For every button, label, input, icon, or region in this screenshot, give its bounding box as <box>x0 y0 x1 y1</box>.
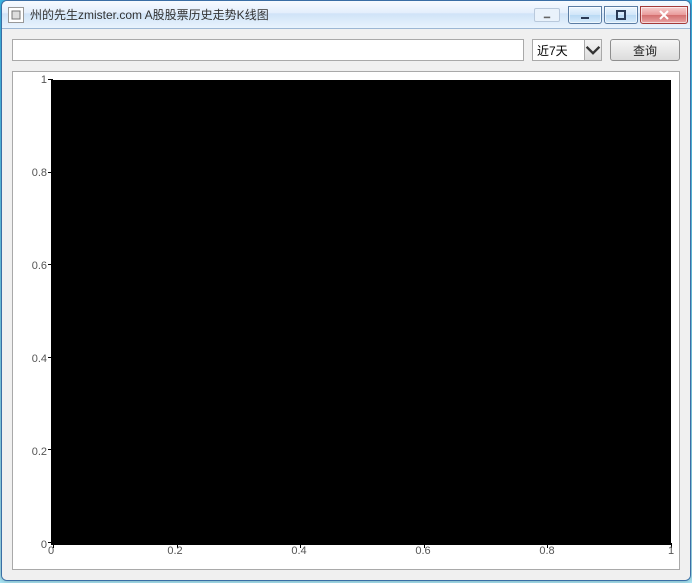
chart-container: 0 0.2 0.4 0.6 0.8 1 0 0.2 0.4 0.6 0.8 1 <box>12 71 680 570</box>
x-tick-label: 0.6 <box>415 545 430 557</box>
minimize-button[interactable] <box>568 6 602 24</box>
aux-button[interactable] <box>534 8 560 22</box>
y-tick <box>48 449 53 450</box>
x-tick-label: 0 <box>48 545 54 557</box>
query-button-label: 查询 <box>633 42 657 59</box>
chevron-down-icon <box>584 40 601 60</box>
x-tick-label: 0.2 <box>167 545 182 557</box>
y-tick-label: 1 <box>41 74 47 86</box>
y-tick-label: 0.2 <box>32 446 47 458</box>
maximize-button[interactable] <box>604 6 638 24</box>
window-controls <box>568 6 688 24</box>
y-tick-label: 0.8 <box>32 167 47 179</box>
chart: 0 0.2 0.4 0.6 0.8 1 0 0.2 0.4 0.6 0.8 1 <box>21 80 671 561</box>
y-tick-label: 0.4 <box>32 353 47 365</box>
app-window: 州的先生zmister.com A股股票历史走势K线图 近7天 <box>1 0 691 581</box>
x-tick-label: 1 <box>668 545 674 557</box>
window-title: 州的先生zmister.com A股股票历史走势K线图 <box>30 6 534 23</box>
titlebar[interactable]: 州的先生zmister.com A股股票历史走势K线图 <box>2 1 690 29</box>
toolbar: 近7天 查询 <box>12 39 680 61</box>
x-tick-label: 0.8 <box>539 545 554 557</box>
range-select-value: 近7天 <box>533 42 584 59</box>
x-axis-labels: 0 0.2 0.4 0.6 0.8 1 <box>51 545 671 561</box>
y-axis-labels: 00.20.40.60.81 <box>21 80 51 545</box>
y-tick <box>48 357 53 358</box>
x-tick-label: 0.4 <box>291 545 306 557</box>
y-tick-label: 0.6 <box>32 260 47 272</box>
app-icon <box>8 7 24 23</box>
y-tick <box>48 172 53 173</box>
client-area: 近7天 查询 0 0.2 0.4 0.6 0.8 1 0 0.2 0.4 0.6 0.8 1 <box>2 29 690 580</box>
search-input[interactable] <box>12 39 524 61</box>
y-tick <box>48 79 53 80</box>
plot-axes <box>51 80 671 545</box>
y-tick-label: 0 <box>41 539 47 551</box>
close-button[interactable] <box>640 6 688 24</box>
y-tick <box>48 264 53 265</box>
query-button[interactable]: 查询 <box>610 39 680 61</box>
range-select[interactable]: 近7天 <box>532 39 602 61</box>
